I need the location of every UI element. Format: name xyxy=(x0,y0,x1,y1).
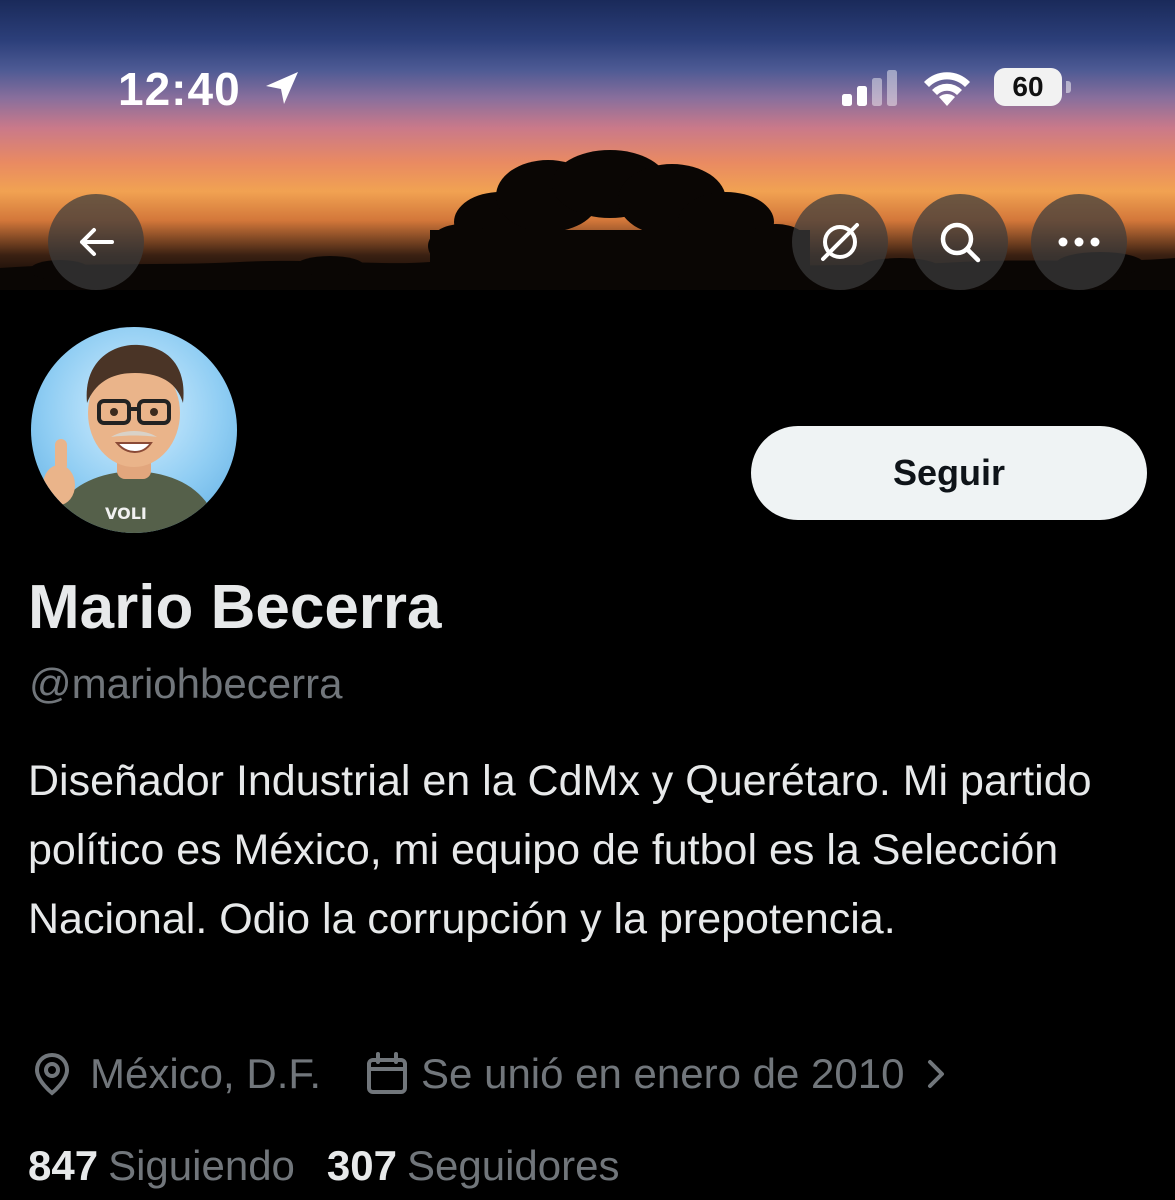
search-button[interactable] xyxy=(912,194,1008,290)
grok-button[interactable] xyxy=(792,194,888,290)
avatar-image: VOLI xyxy=(31,327,237,533)
shirt-text: VOLI xyxy=(105,504,147,523)
joined-item[interactable]: Se unió en enero de 2010 xyxy=(363,1050,948,1098)
profile-bio: Diseñador Industrial en la CdMx y Querét… xyxy=(28,757,1092,943)
following-label: Siguiendo xyxy=(108,1142,295,1189)
search-icon xyxy=(940,222,981,263)
chevron-right-icon xyxy=(928,1060,945,1088)
back-button[interactable] xyxy=(48,194,144,290)
battery-tip xyxy=(1066,81,1071,93)
arrow-left-icon xyxy=(80,228,114,256)
more-horizontal-icon xyxy=(1058,237,1100,247)
location-item: México, D.F. xyxy=(28,1050,321,1098)
cellular-signal-icon xyxy=(842,70,897,106)
user-handle: @mariohbecerra xyxy=(29,660,343,707)
location-pin-icon xyxy=(34,1052,70,1096)
follow-counts: 847 Siguiendo 307 Seguidores xyxy=(28,1136,619,1196)
battery-level: 60 xyxy=(994,68,1062,106)
more-options-button[interactable] xyxy=(1031,194,1127,290)
battery-indicator: 60 xyxy=(994,68,1071,106)
status-bar: 12:40 60 xyxy=(0,0,1175,180)
location-text: México, D.F. xyxy=(90,1050,322,1097)
calendar-icon xyxy=(367,1052,408,1094)
following-count: 847 xyxy=(28,1142,99,1189)
profile-meta: México, D.F. Se unió en enero de 2010 xyxy=(28,1044,948,1104)
following-link[interactable]: 847 Siguiendo xyxy=(28,1142,295,1190)
status-time: 12:40 xyxy=(118,63,241,115)
location-arrow-icon xyxy=(266,72,298,104)
wifi-icon xyxy=(924,72,970,106)
display-name: Mario Becerra xyxy=(28,573,442,642)
followers-label: Seguidores xyxy=(406,1142,620,1189)
slash-circle-icon xyxy=(821,223,859,261)
joined-text: Se unió en enero de 2010 xyxy=(421,1050,905,1097)
avatar[interactable]: VOLI xyxy=(26,322,242,538)
avatar-illustration: VOLI xyxy=(43,344,219,533)
followers-link[interactable]: 307 Seguidores xyxy=(327,1142,620,1190)
followers-count: 307 xyxy=(326,1142,397,1189)
follow-button[interactable]: Seguir xyxy=(751,426,1147,520)
